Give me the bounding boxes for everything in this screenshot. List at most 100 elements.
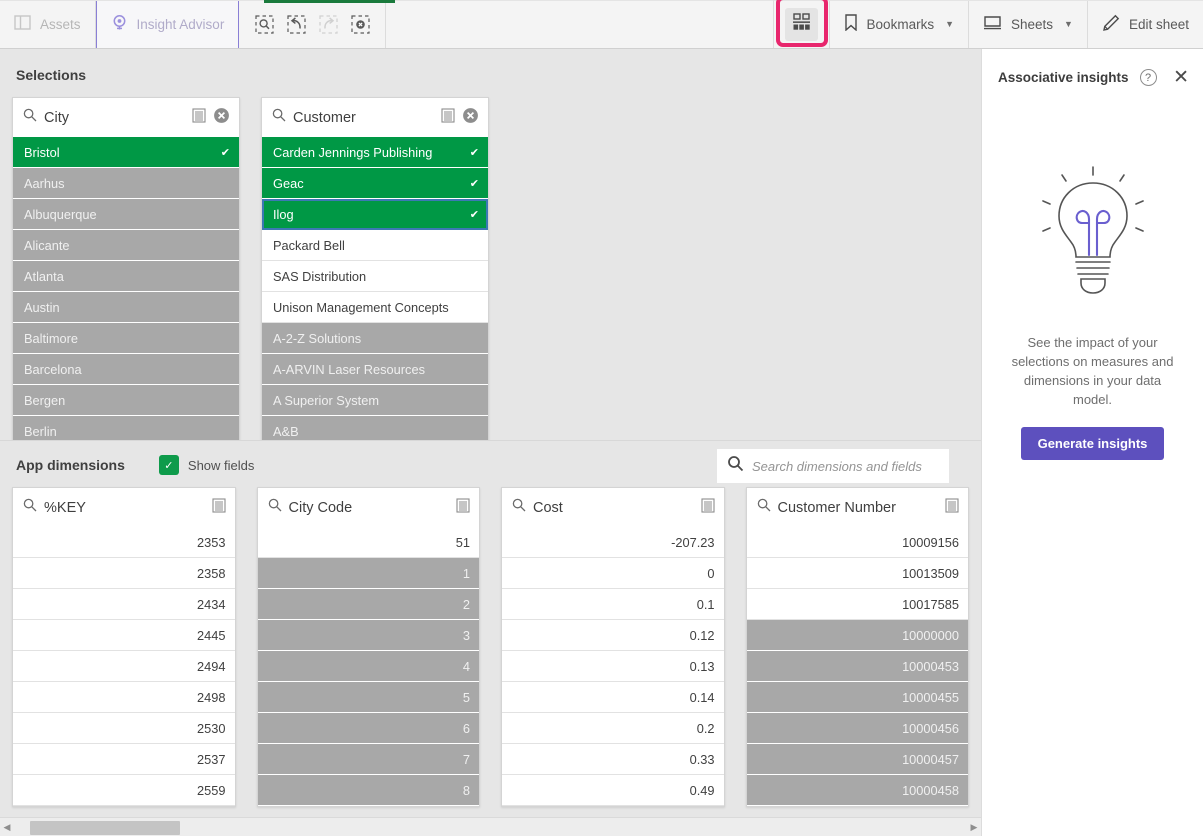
insight-advisor-button[interactable]: Insight Advisor [95, 0, 240, 48]
search-input[interactable] [752, 458, 939, 474]
listbox-menu-icon[interactable] [700, 497, 715, 518]
list-item[interactable]: 10000458 [746, 775, 968, 806]
listbox-field-label: Customer Number [777, 499, 896, 516]
list-item[interactable]: Albuquerque [13, 199, 239, 230]
list-item[interactable]: 10000457 [746, 744, 968, 775]
list-item-value: 0.33 [689, 751, 715, 767]
list-item[interactable]: 8 [257, 775, 479, 806]
list-item[interactable]: Baltimore [13, 323, 239, 354]
list-item[interactable]: 10000000 [746, 620, 968, 651]
dimension-search-box[interactable] [717, 449, 949, 483]
selection-search-icon[interactable] [251, 11, 277, 37]
list-item[interactable]: 2494 [13, 651, 235, 682]
list-item-value: 51 [455, 534, 470, 550]
list-item[interactable]: 2353 [13, 527, 235, 558]
list-item[interactable]: A Superior System [262, 385, 488, 416]
list-item[interactable]: 0.49 [502, 775, 724, 806]
list-item[interactable]: 10000456 [746, 713, 968, 744]
list-item[interactable]: 0.2 [502, 713, 724, 744]
listbox-menu-icon[interactable] [945, 497, 959, 518]
list-item[interactable]: 0.33 [502, 744, 724, 775]
list-item[interactable]: Carden Jennings Publishing ✔ [262, 137, 488, 168]
list-item[interactable]: -207.23 [502, 527, 724, 558]
sheet-icon [983, 15, 1002, 34]
listbox-menu-icon[interactable] [441, 107, 455, 128]
listbox-header[interactable]: City [13, 97, 239, 137]
list-item[interactable]: 10017585 [746, 589, 968, 620]
list-item[interactable]: A-ARVIN Laser Resources [262, 354, 488, 385]
list-item[interactable]: 2498 [13, 682, 235, 713]
list-item[interactable]: 2559 [13, 775, 235, 806]
generate-insights-button[interactable]: Generate insights [1020, 427, 1165, 461]
scrollbar-thumb[interactable] [30, 820, 180, 835]
step-forward-icon [315, 11, 341, 37]
list-item[interactable]: Aarhus [13, 168, 239, 199]
list-item[interactable]: 2 [257, 589, 479, 620]
list-item[interactable]: Packard Bell [262, 230, 488, 261]
chevron-down-icon: ▼ [1064, 19, 1073, 29]
clear-selection-icon[interactable] [462, 107, 479, 129]
list-item[interactable]: 10000455 [746, 682, 968, 713]
listbox-header[interactable]: City Code [257, 487, 479, 527]
list-item[interactable]: Alicante [13, 230, 239, 261]
list-item-value: 10017585 [902, 596, 959, 612]
list-item[interactable]: 4 [257, 651, 479, 682]
list-item[interactable]: Unison Management Concepts [262, 292, 488, 323]
list-item[interactable]: 10013509 [746, 558, 968, 589]
clear-all-selections-icon[interactable] [347, 11, 373, 37]
list-item[interactable]: 2358 [13, 558, 235, 589]
list-item[interactable]: A&B [262, 416, 488, 440]
list-item[interactable]: Atlanta [13, 261, 239, 292]
listbox-menu-icon[interactable] [192, 107, 206, 128]
list-item[interactable]: 0.14 [502, 682, 724, 713]
list-item[interactable]: Bergen [13, 385, 239, 416]
list-item[interactable]: Geac ✔ [262, 168, 488, 199]
list-item[interactable]: 51 [257, 527, 479, 558]
listbox-customer-number: Customer Number 10009156 10013509 10017585 1… [745, 487, 969, 807]
listbox-header[interactable]: %KEY [13, 487, 235, 527]
listbox-menu-icon[interactable] [456, 497, 470, 518]
assets-button[interactable]: Assets [0, 0, 96, 48]
list-item[interactable]: 6 [257, 713, 479, 744]
list-item[interactable]: Berlin [13, 416, 239, 440]
list-item[interactable]: 1 [257, 558, 479, 589]
list-item[interactable]: 2445 [13, 620, 235, 651]
scroll-left-arrow-icon[interactable]: ◀ [0, 822, 14, 833]
listbox-header[interactable]: Customer [262, 97, 488, 137]
list-item[interactable]: 3 [257, 620, 479, 651]
list-item[interactable]: 0.13 [502, 651, 724, 682]
show-fields-checkbox[interactable]: ✓ [158, 455, 179, 475]
list-item[interactable]: 7 [257, 744, 479, 775]
list-item[interactable]: 5 [257, 682, 479, 713]
list-item[interactable]: SAS Distribution [262, 261, 488, 292]
scroll-right-arrow-icon[interactable]: ▶ [967, 822, 981, 833]
bookmarks-button[interactable]: Bookmarks ▼ [828, 0, 968, 48]
close-icon[interactable]: ✕ [1173, 68, 1189, 87]
horizontal-scrollbar[interactable]: ◀ ▶ [0, 817, 981, 836]
list-item[interactable]: 0.12 [502, 620, 724, 651]
list-item[interactable]: 0.1 [502, 589, 724, 620]
list-item[interactable]: 0 [502, 558, 724, 589]
selections-tool-button[interactable] [784, 7, 818, 41]
list-item[interactable]: 2537 [13, 744, 235, 775]
list-item[interactable]: 2434 [13, 589, 235, 620]
associative-insights-header: Associative insights ? ✕ [982, 49, 1203, 87]
clear-selection-icon[interactable] [213, 107, 230, 129]
list-item[interactable]: A-2-Z Solutions [262, 323, 488, 354]
sheets-button[interactable]: Sheets ▼ [968, 0, 1087, 48]
list-item[interactable]: 10000453 [746, 651, 968, 682]
listbox-header[interactable]: Customer Number [746, 487, 968, 527]
list-item-value: 2498 [197, 689, 226, 705]
scrollbar-track[interactable] [14, 818, 967, 836]
edit-sheet-button[interactable]: Edit sheet [1086, 0, 1203, 48]
listbox-header[interactable]: Cost [502, 487, 724, 527]
list-item[interactable]: Ilog ✔ [262, 199, 488, 230]
list-item[interactable]: Bristol ✔ [13, 137, 239, 168]
step-back-icon[interactable] [283, 11, 309, 37]
listbox-menu-icon[interactable] [211, 497, 226, 518]
list-item[interactable]: Austin [13, 292, 239, 323]
list-item[interactable]: Barcelona [13, 354, 239, 385]
list-item[interactable]: 10009156 [746, 527, 968, 558]
list-item[interactable]: 2530 [13, 713, 235, 744]
help-icon[interactable]: ? [1139, 69, 1157, 86]
